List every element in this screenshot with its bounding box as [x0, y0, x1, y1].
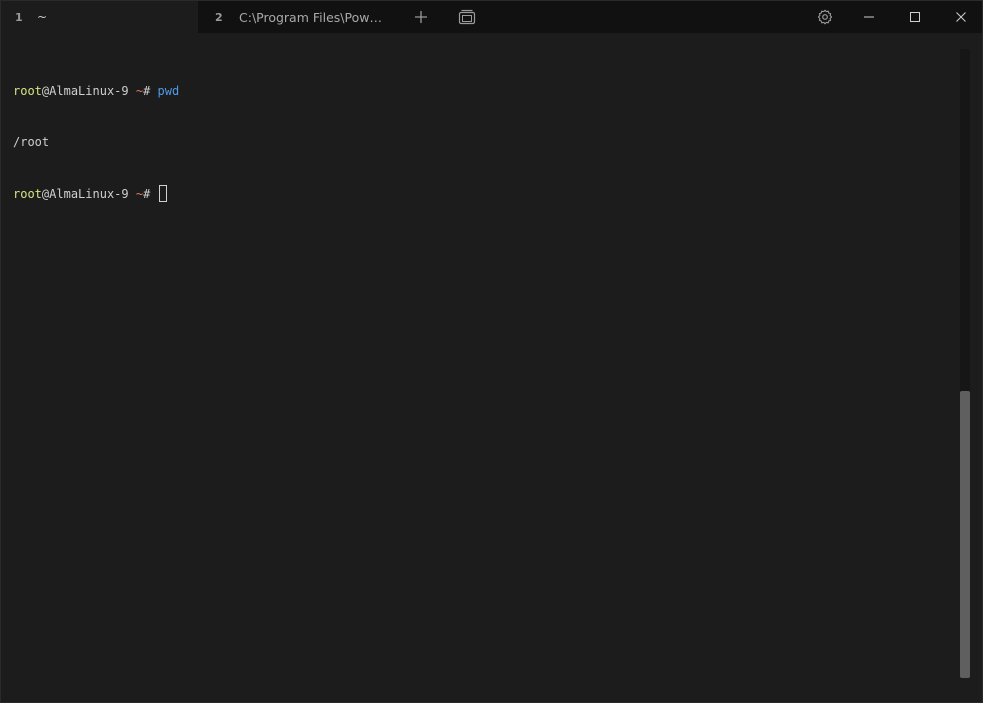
vertical-scrollbar[interactable] [960, 49, 970, 678]
gear-icon [817, 9, 833, 25]
close-icon [955, 11, 967, 23]
terminal-output: root@AlmaLinux-9 ~# pwd /root root@AlmaL… [13, 49, 179, 236]
terminal-window: 1 ~ 2 C:\Program Files\Pow… root@AlmaLin… [0, 0, 983, 703]
settings-button[interactable] [811, 1, 839, 33]
command-output: /root [13, 135, 50, 149]
prompt-host: AlmaLinux-9 [49, 84, 129, 98]
prompt-path: ~ [128, 84, 144, 98]
terminal-line: /root [13, 134, 179, 151]
prompt-host: AlmaLinux-9 [49, 187, 129, 201]
title-bar: 1 ~ 2 C:\Program Files\Pow… [1, 1, 982, 33]
text-cursor [158, 185, 167, 202]
new-tab-button[interactable] [407, 1, 435, 33]
command-input[interactable] [150, 187, 157, 201]
scrollbar-thumb[interactable] [960, 391, 970, 678]
tab-2-index: 2 [215, 10, 223, 24]
tab-2[interactable]: 2 C:\Program Files\Pow… [198, 1, 398, 33]
terminal-line: root@AlmaLinux-9 ~# [13, 185, 179, 202]
minimize-button[interactable] [854, 1, 884, 33]
tab-overview-button[interactable] [453, 1, 481, 33]
command-text: pwd [150, 84, 180, 98]
tab-2-title: C:\Program Files\Pow… [239, 9, 382, 25]
minimize-icon [863, 11, 875, 23]
terminal-line: root@AlmaLinux-9 ~# pwd [13, 83, 179, 100]
prompt-path: ~ [128, 187, 144, 201]
tab-1-title: ~ [37, 10, 48, 24]
tab-1[interactable]: 1 ~ [1, 1, 198, 33]
tab-1-index: 1 [15, 10, 23, 24]
maximize-button[interactable] [900, 1, 930, 33]
maximize-icon [909, 11, 921, 23]
terminal-pane[interactable]: root@AlmaLinux-9 ~# pwd /root root@AlmaL… [1, 33, 982, 702]
tab-overview-icon [458, 9, 476, 25]
close-button[interactable] [946, 1, 976, 33]
prompt-user: root [13, 187, 42, 201]
plus-icon [414, 10, 428, 24]
prompt-user: root [13, 84, 42, 98]
